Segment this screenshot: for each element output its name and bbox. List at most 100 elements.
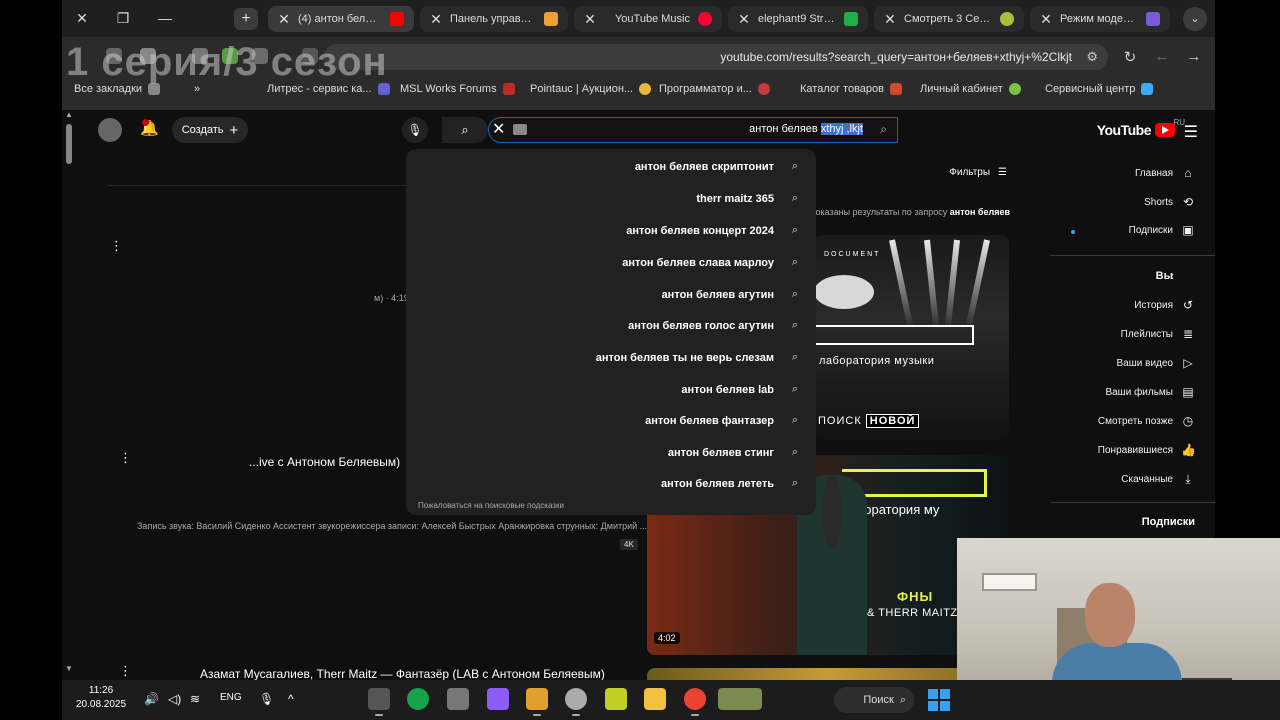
- back-icon[interactable]: →: [1184, 48, 1204, 65]
- volume-icon[interactable]: 🔊: [144, 692, 159, 706]
- sidebar-item-playlists[interactable]: Плейлисты ≣: [1050, 321, 1215, 347]
- tab-youtube-search[interactable]: ✕ (4) антон беляев: [268, 6, 414, 32]
- clock[interactable]: 11:26 20.08.2025: [76, 684, 126, 712]
- files-app-icon[interactable]: [368, 688, 390, 710]
- sidebar-item-your-videos[interactable]: Ваши видео ▷: [1050, 350, 1215, 376]
- more-actions-icon[interactable]: ⋮: [110, 238, 123, 254]
- tab-close-icon[interactable]: ✕: [738, 11, 750, 28]
- taskbar-search[interactable]: Поиск ⌕: [834, 687, 914, 713]
- tray-overflow-chevron-icon[interactable]: ^: [288, 692, 294, 706]
- search-input[interactable]: антон беляев xthyj ,lkjt ⌕: [488, 117, 898, 143]
- sidebar-item-your-movies[interactable]: Ваши фильмы ▤: [1050, 379, 1215, 405]
- sidebar-item-shorts[interactable]: Shorts ⟲: [1050, 189, 1215, 215]
- avatar[interactable]: [98, 118, 122, 142]
- suggestion-item[interactable]: антон беляев ты не верь слезам ⌕: [406, 343, 816, 373]
- bookmark-catalog[interactable]: Каталог товаров: [800, 83, 902, 95]
- search-button[interactable]: ⌕: [442, 117, 488, 143]
- suggestion-item[interactable]: антон беляев lab ⌕: [406, 375, 816, 405]
- report-suggestions-link[interactable]: Пожаловаться на поисковые подсказки: [418, 501, 564, 510]
- suggestion-item[interactable]: антон беляев скриптонит ⌕: [406, 152, 816, 182]
- sidebar-item-downloads[interactable]: Скачанные ⤓: [1050, 466, 1215, 492]
- suggestion-item[interactable]: антон беляев стинг ⌕: [406, 438, 816, 468]
- tab-close-icon[interactable]: ✕: [884, 11, 896, 28]
- programmer-icon: [757, 83, 770, 95]
- sidebar-item-home[interactable]: Главная ⌂: [1050, 160, 1215, 186]
- running-indicator: [533, 714, 541, 716]
- bookmark-pointauc[interactable]: Pointauc | Аукцион...: [530, 83, 652, 95]
- microphone-icon[interactable]: 🎙: [402, 117, 428, 143]
- sidebar-item-liked[interactable]: Понравившиеся 👍: [1050, 437, 1215, 463]
- tab-close-icon[interactable]: ✕: [430, 11, 442, 28]
- wifi-icon[interactable]: ≋: [190, 692, 200, 706]
- language-indicator[interactable]: ENG: [220, 692, 242, 703]
- bookmark-cabinet[interactable]: Личный кабинет: [920, 83, 1021, 95]
- tools-app-icon[interactable]: [565, 688, 587, 710]
- video-title[interactable]: Азамат Мусагалиев, Therr Maitz — Фантазё…: [200, 667, 605, 681]
- sidebar-item-history[interactable]: История ↺: [1050, 292, 1215, 318]
- green-app-icon[interactable]: [407, 688, 429, 710]
- suggestion-item[interactable]: антон беляев агутин ⌕: [406, 280, 816, 310]
- forward-icon[interactable]: ←: [1152, 48, 1172, 65]
- menu-icon[interactable]: ☰: [1184, 122, 1198, 142]
- sidebar-item-label: Shorts: [1144, 196, 1173, 208]
- tab-search-menu-icon[interactable]: ⌄: [1183, 7, 1207, 31]
- sidebar-item-watch-later[interactable]: Смотреть позже ◷: [1050, 408, 1215, 434]
- shorts-icon: ⟲: [1182, 195, 1194, 209]
- new-tab-button[interactable]: +: [234, 8, 258, 30]
- game-app-icon[interactable]: [718, 688, 762, 710]
- chrome-icon[interactable]: [684, 688, 706, 710]
- windows-start-icon[interactable]: [928, 689, 950, 711]
- sidebar-you-header[interactable]: Вы ‹: [1050, 263, 1215, 289]
- close-window-icon[interactable]: ✕: [71, 9, 93, 27]
- video-thumbnail-1[interactable]: DOCUMENT лаборатория музыки ПОИСК НОВОЙ: [814, 235, 1009, 440]
- tab-title: YouTube Music: [614, 13, 690, 25]
- site-info-icon[interactable]: ⚙: [1086, 49, 1098, 65]
- file-explorer-icon[interactable]: [644, 688, 666, 710]
- tab-close-icon[interactable]: ✕: [1040, 11, 1052, 28]
- sidebar-item-subscriptions[interactable]: Подписки ▣: [1050, 217, 1215, 243]
- tab-youtube-music[interactable]: ✕ YouTube Music: [574, 6, 722, 32]
- suggestion-item[interactable]: антон беляев слава марлоу ⌕: [406, 248, 816, 278]
- tab-control-panel[interactable]: ✕ Панель управлен: [420, 6, 568, 32]
- scroll-up-arrow-icon[interactable]: ▲: [64, 110, 74, 122]
- video-title[interactable]: ...ive с Антоном Беляевым): [249, 455, 400, 469]
- sidebar-item-label: Смотреть позже: [1097, 415, 1173, 427]
- paint-app-icon[interactable]: [487, 688, 509, 710]
- scrollbar-thumb[interactable]: [66, 124, 72, 164]
- msl-icon: [502, 83, 515, 95]
- chip-app-icon[interactable]: [605, 688, 627, 710]
- gpu-app-icon[interactable]: [447, 688, 469, 710]
- bookmark-service[interactable]: Сервисный центр: [1045, 83, 1154, 95]
- suggestion-item[interactable]: антон беляев фантазер ⌕: [406, 406, 816, 436]
- youtube-logo[interactable]: YouTube RU: [1097, 118, 1185, 138]
- bookmark-msl[interactable]: MSL Works Forums: [400, 83, 515, 95]
- more-actions-icon[interactable]: ⋮: [119, 450, 132, 466]
- filters-button[interactable]: Фильтры ☰: [949, 167, 1007, 178]
- suggestion-item[interactable]: therr maitz 365 ⌕: [406, 184, 816, 214]
- tab-close-icon[interactable]: ✕: [278, 11, 290, 28]
- results-note-query[interactable]: антон беляев: [950, 207, 1010, 217]
- suggestion-item[interactable]: антон беляев лететь ⌕: [406, 469, 816, 499]
- bookmark-programmer[interactable]: Программатор и...: [659, 83, 770, 95]
- search-icon: ⌕: [899, 693, 906, 706]
- suggestion-item[interactable]: антон беляев голос агутин ⌕: [406, 311, 816, 341]
- more-actions-icon[interactable]: ⋮: [119, 663, 132, 679]
- region-code: RU: [1173, 118, 1185, 127]
- tab-close-icon[interactable]: ✕: [584, 11, 596, 28]
- microphone-icon[interactable]: 🎙: [259, 692, 274, 706]
- keyboard-icon[interactable]: [513, 124, 527, 135]
- scroll-down-arrow-icon[interactable]: ▼: [64, 664, 74, 676]
- tab-watch-season[interactable]: ✕ Смотреть 3 Сезон: [874, 6, 1024, 32]
- apps-grid-icon[interactable]: [526, 688, 548, 710]
- create-button[interactable]: Создать +: [172, 117, 248, 143]
- tab-elephant9[interactable]: ✕ elephant9 Stream: [728, 6, 868, 32]
- address-bar[interactable]: youtube.com/results?search_query=антон+б…: [324, 44, 1108, 70]
- maximize-window-icon[interactable]: ❐: [112, 9, 134, 27]
- minimize-window-icon[interactable]: —: [154, 9, 176, 27]
- speaker-icon[interactable]: ◁): [168, 692, 181, 706]
- tab-moderato[interactable]: ✕ Режим модерато: [1030, 6, 1170, 32]
- tab-title: (4) антон беляев: [298, 13, 382, 25]
- clear-search-icon[interactable]: ✕: [492, 119, 505, 139]
- suggestion-item[interactable]: антон беляев концерт 2024 ⌕: [406, 216, 816, 246]
- reload-icon[interactable]: ↻: [1120, 48, 1140, 66]
